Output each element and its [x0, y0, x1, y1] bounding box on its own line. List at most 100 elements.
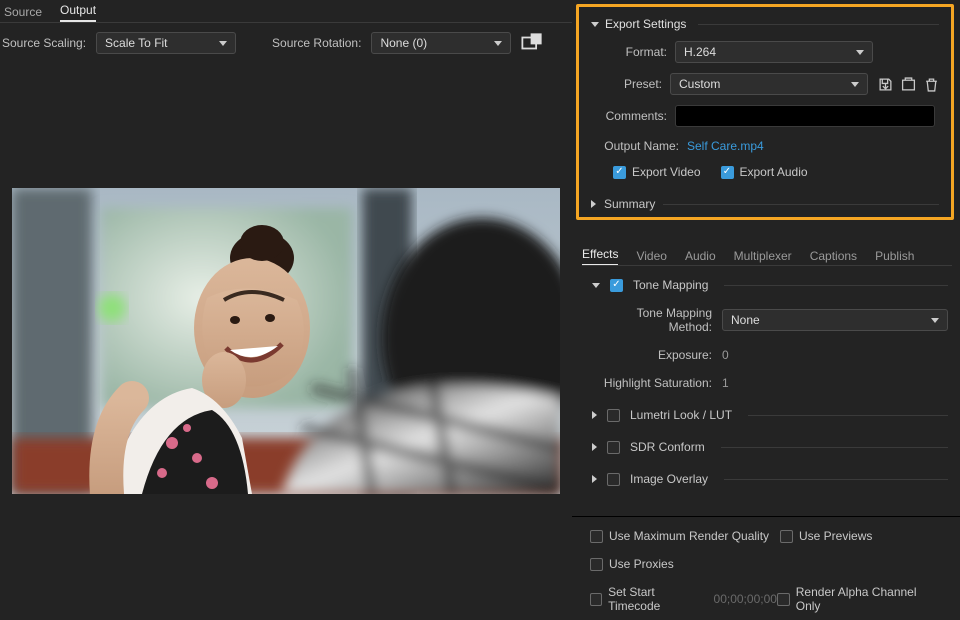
tone-method-label: Tone Mapping Method:	[592, 306, 722, 334]
source-scaling-value: Scale To Fit	[105, 36, 167, 50]
tone-mapping-header[interactable]: Tone Mapping	[592, 278, 948, 292]
aspect-ratio-button[interactable]	[521, 32, 543, 54]
checkbox-icon	[607, 473, 620, 486]
alpha-only-checkbox[interactable]: Render Alpha Channel Only	[777, 585, 942, 613]
tab-source[interactable]: Source	[4, 5, 42, 22]
render-options-panel: Use Maximum Render Quality Use Previews …	[572, 516, 960, 620]
save-preset-button[interactable]	[878, 77, 893, 92]
format-dropdown[interactable]: H.264	[675, 41, 873, 63]
tab-multiplexer[interactable]: Multiplexer	[734, 249, 792, 266]
preset-row: Preset: Custom	[591, 73, 939, 95]
chevron-right-icon	[592, 443, 597, 451]
sdr-enable-checkbox[interactable]	[607, 441, 620, 454]
preset-dropdown[interactable]: Custom	[670, 73, 868, 95]
chevron-down-icon	[592, 283, 600, 288]
left-pane: Source Output Source Scaling: Scale To F…	[0, 0, 572, 620]
effects-tabs: Effects Video Audio Multiplexer Captions…	[582, 244, 952, 266]
chevron-down-icon	[494, 41, 502, 46]
tab-audio[interactable]: Audio	[685, 249, 716, 266]
tab-captions[interactable]: Captions	[810, 249, 857, 266]
divider	[724, 285, 948, 286]
checkbox-icon	[613, 166, 626, 179]
output-name-link[interactable]: Self Care.mp4	[687, 139, 764, 153]
tone-method-dropdown[interactable]: None	[722, 309, 948, 331]
start-timecode-label: Set Start Timecode	[608, 585, 701, 613]
tab-video[interactable]: Video	[636, 249, 666, 266]
chevron-down-icon	[931, 318, 939, 323]
exposure-value[interactable]: 0	[722, 348, 729, 362]
divider	[721, 447, 948, 448]
export-settings-header[interactable]: Export Settings	[591, 17, 939, 31]
checkbox-icon	[610, 279, 623, 292]
checkbox-icon	[721, 166, 734, 179]
right-pane: Export Settings Format: H.264 Preset: Cu…	[572, 0, 960, 620]
tab-effects[interactable]: Effects	[582, 247, 618, 266]
source-scaling-dropdown[interactable]: Scale To Fit	[96, 32, 236, 54]
source-rotation-value: None (0)	[380, 36, 427, 50]
divider	[698, 24, 939, 25]
divider	[748, 415, 948, 416]
checkbox-icon	[590, 558, 603, 571]
tone-mapping-section: Tone Mapping Tone Mapping Method: None E…	[592, 278, 948, 486]
lumetri-label: Lumetri Look / LUT	[630, 408, 732, 422]
delete-preset-button[interactable]	[924, 77, 939, 92]
divider	[724, 479, 948, 480]
lumetri-section-header[interactable]: Lumetri Look / LUT	[592, 408, 948, 422]
format-label: Format:	[591, 45, 675, 59]
checkbox-icon	[607, 441, 620, 454]
overlay-section-header[interactable]: Image Overlay	[592, 472, 948, 486]
max-render-checkbox[interactable]: Use Maximum Render Quality	[590, 529, 769, 543]
checkbox-icon	[607, 409, 620, 422]
video-preview	[12, 188, 560, 494]
chevron-right-icon	[592, 411, 597, 419]
lumetri-enable-checkbox[interactable]	[607, 409, 620, 422]
effects-tabs-divider	[582, 265, 952, 266]
use-previews-checkbox[interactable]: Use Previews	[780, 529, 872, 543]
max-render-label: Use Maximum Render Quality	[609, 529, 769, 543]
export-audio-checkbox[interactable]: Export Audio	[721, 165, 808, 179]
preset-value: Custom	[679, 77, 720, 91]
format-value: H.264	[684, 45, 716, 59]
comments-label: Comments:	[591, 109, 675, 123]
highlight-value[interactable]: 1	[722, 376, 729, 390]
alpha-only-label: Render Alpha Channel Only	[796, 585, 942, 613]
use-proxies-label: Use Proxies	[609, 557, 674, 571]
comments-input[interactable]	[675, 105, 935, 127]
export-audio-label: Export Audio	[740, 165, 808, 179]
chevron-down-icon	[856, 50, 864, 55]
source-rotation-dropdown[interactable]: None (0)	[371, 32, 511, 54]
checkbox-icon	[590, 530, 603, 543]
start-timecode-checkbox[interactable]: Set Start Timecode	[590, 585, 702, 613]
tab-publish[interactable]: Publish	[875, 249, 914, 266]
export-settings-title: Export Settings	[605, 17, 686, 31]
export-settings-panel: Export Settings Format: H.264 Preset: Cu…	[576, 4, 954, 220]
checkbox-icon	[590, 593, 602, 606]
output-name-row: Output Name: Self Care.mp4	[591, 139, 939, 153]
sdr-section-header[interactable]: SDR Conform	[592, 440, 948, 454]
tone-method-value: None	[731, 313, 760, 327]
start-timecode-value: 00;00;00;00	[714, 592, 777, 606]
preset-icon-group	[878, 77, 939, 92]
divider	[663, 204, 939, 205]
preview-controls: Source Scaling: Scale To Fit Source Rota…	[0, 23, 572, 63]
source-rotation-label: Source Rotation:	[272, 36, 361, 50]
chevron-down-icon	[851, 82, 859, 87]
chevron-down-icon	[219, 41, 227, 46]
source-scaling-label: Source Scaling:	[2, 36, 86, 50]
use-proxies-checkbox[interactable]: Use Proxies	[590, 557, 674, 571]
preset-label: Preset:	[591, 77, 670, 91]
preview-tabs: Source Output	[0, 0, 572, 22]
overlay-enable-checkbox[interactable]	[607, 473, 620, 486]
export-av-checks: Export Video Export Audio	[591, 165, 939, 179]
tone-mapping-enable-checkbox[interactable]	[610, 279, 623, 292]
export-video-checkbox[interactable]: Export Video	[613, 165, 701, 179]
summary-header[interactable]: Summary	[591, 197, 939, 211]
export-video-label: Export Video	[632, 165, 701, 179]
tone-method-row: Tone Mapping Method: None	[592, 306, 948, 334]
exposure-row: Exposure: 0	[592, 348, 948, 362]
sdr-label: SDR Conform	[630, 440, 705, 454]
import-preset-button[interactable]	[901, 77, 916, 92]
overlay-label: Image Overlay	[630, 472, 708, 486]
checkbox-icon	[780, 530, 793, 543]
tab-output[interactable]: Output	[60, 3, 96, 22]
